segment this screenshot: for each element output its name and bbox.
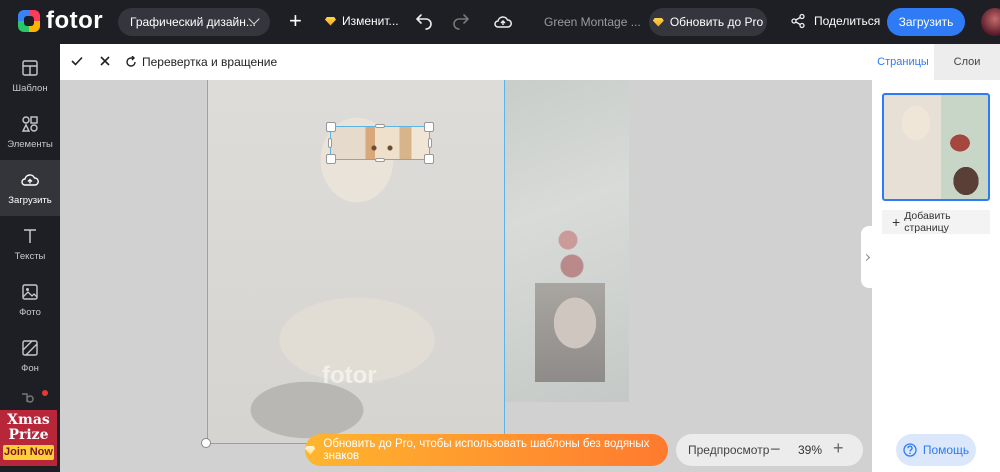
sidebar-item-label: Тексты (14, 250, 46, 262)
tab-pages[interactable]: Страницы (872, 44, 934, 80)
xmas-prize-banner[interactable]: Xmas Prize Join Now (0, 410, 57, 466)
upgrade-pro-label: Обновить до Pro (669, 15, 764, 29)
crop-handle-bottom[interactable] (375, 158, 385, 162)
crop-handle-top[interactable] (375, 124, 385, 128)
cloud-save-icon[interactable] (493, 12, 513, 32)
crop-preview (367, 145, 397, 151)
redo-icon[interactable] (451, 12, 471, 32)
design-type-label: Графический дизайн... (130, 15, 256, 29)
crop-handle-right[interactable] (428, 138, 432, 148)
diamond-icon (325, 16, 336, 26)
join-now-button[interactable]: Join Now (3, 445, 54, 460)
right-panel: Страницы Слои + Добавить страницу (872, 44, 1000, 472)
background-icon (22, 339, 38, 356)
photo-icon (22, 283, 38, 300)
diamond-icon (305, 445, 316, 455)
sidebar-item-label: Элементы (7, 138, 53, 150)
help-label: Помощь (922, 443, 970, 457)
more-tools-icon[interactable] (20, 390, 36, 404)
sidebar-item-photo[interactable]: Фото (0, 272, 60, 328)
share-label: Поделиться (814, 14, 881, 28)
user-avatar[interactable] (981, 8, 1000, 36)
notification-dot (42, 390, 48, 396)
share-button[interactable]: Поделиться (790, 13, 880, 29)
design-canvas[interactable]: fotor (60, 80, 872, 472)
crop-handle-bottom-left[interactable] (326, 154, 336, 164)
change-size-label: Изменит... (342, 14, 399, 28)
sidebar-item-upload[interactable]: Загрузить (0, 160, 60, 216)
zoom-level[interactable]: 39% (798, 443, 822, 457)
add-design-button[interactable]: + (289, 8, 302, 34)
logo-text: fotor (46, 7, 104, 34)
crop-handle-bottom-right[interactable] (424, 154, 434, 164)
crop-handle-top-right[interactable] (424, 122, 434, 132)
design-type-dropdown[interactable]: Графический дизайн... (118, 8, 270, 36)
crop-box[interactable] (326, 122, 434, 164)
top-bar: fotor Графический дизайн... + Изменит...… (0, 0, 1000, 44)
plus-icon: + (892, 214, 901, 230)
sidebar-item-label: Фон (21, 362, 39, 374)
resize-handle[interactable] (201, 438, 211, 448)
sidebar-item-background[interactable]: Фон (0, 328, 60, 384)
undo-icon[interactable] (414, 12, 434, 32)
face-photo[interactable] (535, 283, 605, 382)
collapse-right-panel-button[interactable] (861, 226, 872, 288)
add-page-label: Добавить страницу (904, 210, 951, 234)
crop-handle-top-left[interactable] (326, 122, 336, 132)
upgrade-pro-banner[interactable]: Обновить до Pro, чтобы использовать шабл… (305, 434, 668, 466)
zoom-bar: Предпросмотр − 39% + (676, 434, 863, 466)
promo-line-1: Xmas (7, 412, 50, 428)
question-icon (903, 443, 917, 457)
zoom-in-button[interactable]: + (833, 438, 844, 459)
text-icon (24, 228, 36, 243)
rose-photo[interactable] (548, 226, 588, 280)
preview-button[interactable]: Предпросмотр (688, 443, 769, 457)
zoom-out-button[interactable]: − (770, 439, 781, 460)
diamond-icon (652, 17, 664, 27)
share-icon (791, 13, 805, 29)
crop-handle-left[interactable] (328, 138, 332, 148)
flip-rotate-button[interactable]: Перевертка и вращение (125, 55, 277, 69)
sidebar-item-label: Фото (19, 306, 41, 318)
upload-button[interactable]: Загрузить (887, 8, 965, 36)
promo-line-2: Prize (8, 427, 49, 443)
page-thumbnail[interactable] (882, 93, 990, 201)
confirm-check-icon[interactable] (70, 54, 84, 68)
sidebar-item-texts[interactable]: Тексты (0, 216, 60, 272)
add-page-button[interactable]: + Добавить страницу (882, 210, 990, 234)
pro-banner-text: Обновить до Pro, чтобы использовать шабл… (323, 438, 650, 462)
help-button[interactable]: Помощь (896, 434, 976, 466)
chevron-right-icon (862, 253, 871, 261)
rotate-icon (126, 56, 136, 67)
upgrade-pro-button[interactable]: Обновить до Pro (649, 8, 767, 36)
fotor-logo[interactable]: fotor (18, 7, 103, 35)
elements-icon (21, 115, 38, 132)
left-sidebar: Шаблон Элементы Загрузить Тексты Фото Фо… (0, 44, 60, 472)
tab-layers[interactable]: Слои (934, 44, 1000, 80)
document-name[interactable]: Green Montage ... (544, 15, 641, 29)
fotor-logo-icon (18, 10, 40, 32)
change-size-button[interactable]: Изменит... (325, 14, 399, 28)
sidebar-item-label: Шаблон (12, 82, 48, 94)
flip-rotate-label: Перевертка и вращение (142, 55, 278, 69)
sidebar-item-label: Загрузить (8, 194, 52, 206)
sidebar-item-elements[interactable]: Элементы (0, 104, 60, 160)
crop-toolbar: Перевертка и вращение (60, 44, 872, 80)
template-icon (22, 59, 38, 76)
sidebar-item-template[interactable]: Шаблон (0, 48, 60, 104)
upload-icon (21, 173, 39, 186)
cancel-close-icon[interactable] (98, 54, 112, 68)
